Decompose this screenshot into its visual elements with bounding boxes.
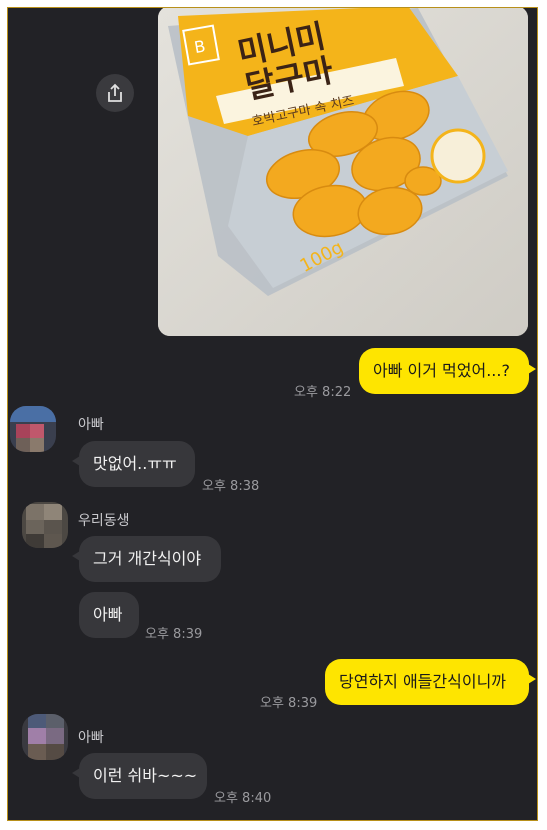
avatar[interactable] [22,714,68,760]
sender-name: 아빠 [78,730,104,746]
avatar-image [22,502,68,548]
their-message-bubble[interactable]: 이런 쉬바~~~ [79,753,207,799]
share-button[interactable] [96,74,134,112]
shared-photo[interactable]: B 미니미 달구마 호박고구마 속 치즈 100g [158,8,528,336]
chat-screen: B 미니미 달구마 호박고구마 속 치즈 100g 오후 8:22 아빠 이거 … [7,7,538,821]
avatar-image [10,406,56,452]
message-time: 오후 8:22 [294,385,352,400]
snack-package-image: B 미니미 달구마 호박고구마 속 치즈 100g [158,8,528,336]
message-time: 오후 8:39 [145,627,203,642]
bubble-tail [528,364,536,374]
message-time: 오후 8:40 [214,791,272,806]
sender-name: 우리동생 [78,513,130,529]
avatar[interactable] [22,502,68,548]
avatar[interactable] [10,406,56,452]
bubble-tail [528,674,536,684]
message-time: 오후 8:38 [202,479,260,494]
message-time: 오후 8:39 [260,696,318,711]
their-message-bubble[interactable]: 그거 개간식이야 [79,536,221,582]
share-icon [108,83,122,102]
my-message-bubble[interactable]: 아빠 이거 먹었어...? [359,348,529,394]
their-message-bubble[interactable]: 맛없어..ㅠㅠ [79,441,195,487]
my-message-bubble[interactable]: 당연하지 애들간식이니까 [325,659,529,705]
avatar-image [22,714,68,760]
their-message-bubble[interactable]: 아빠 [79,592,139,638]
sender-name: 아빠 [78,417,104,433]
